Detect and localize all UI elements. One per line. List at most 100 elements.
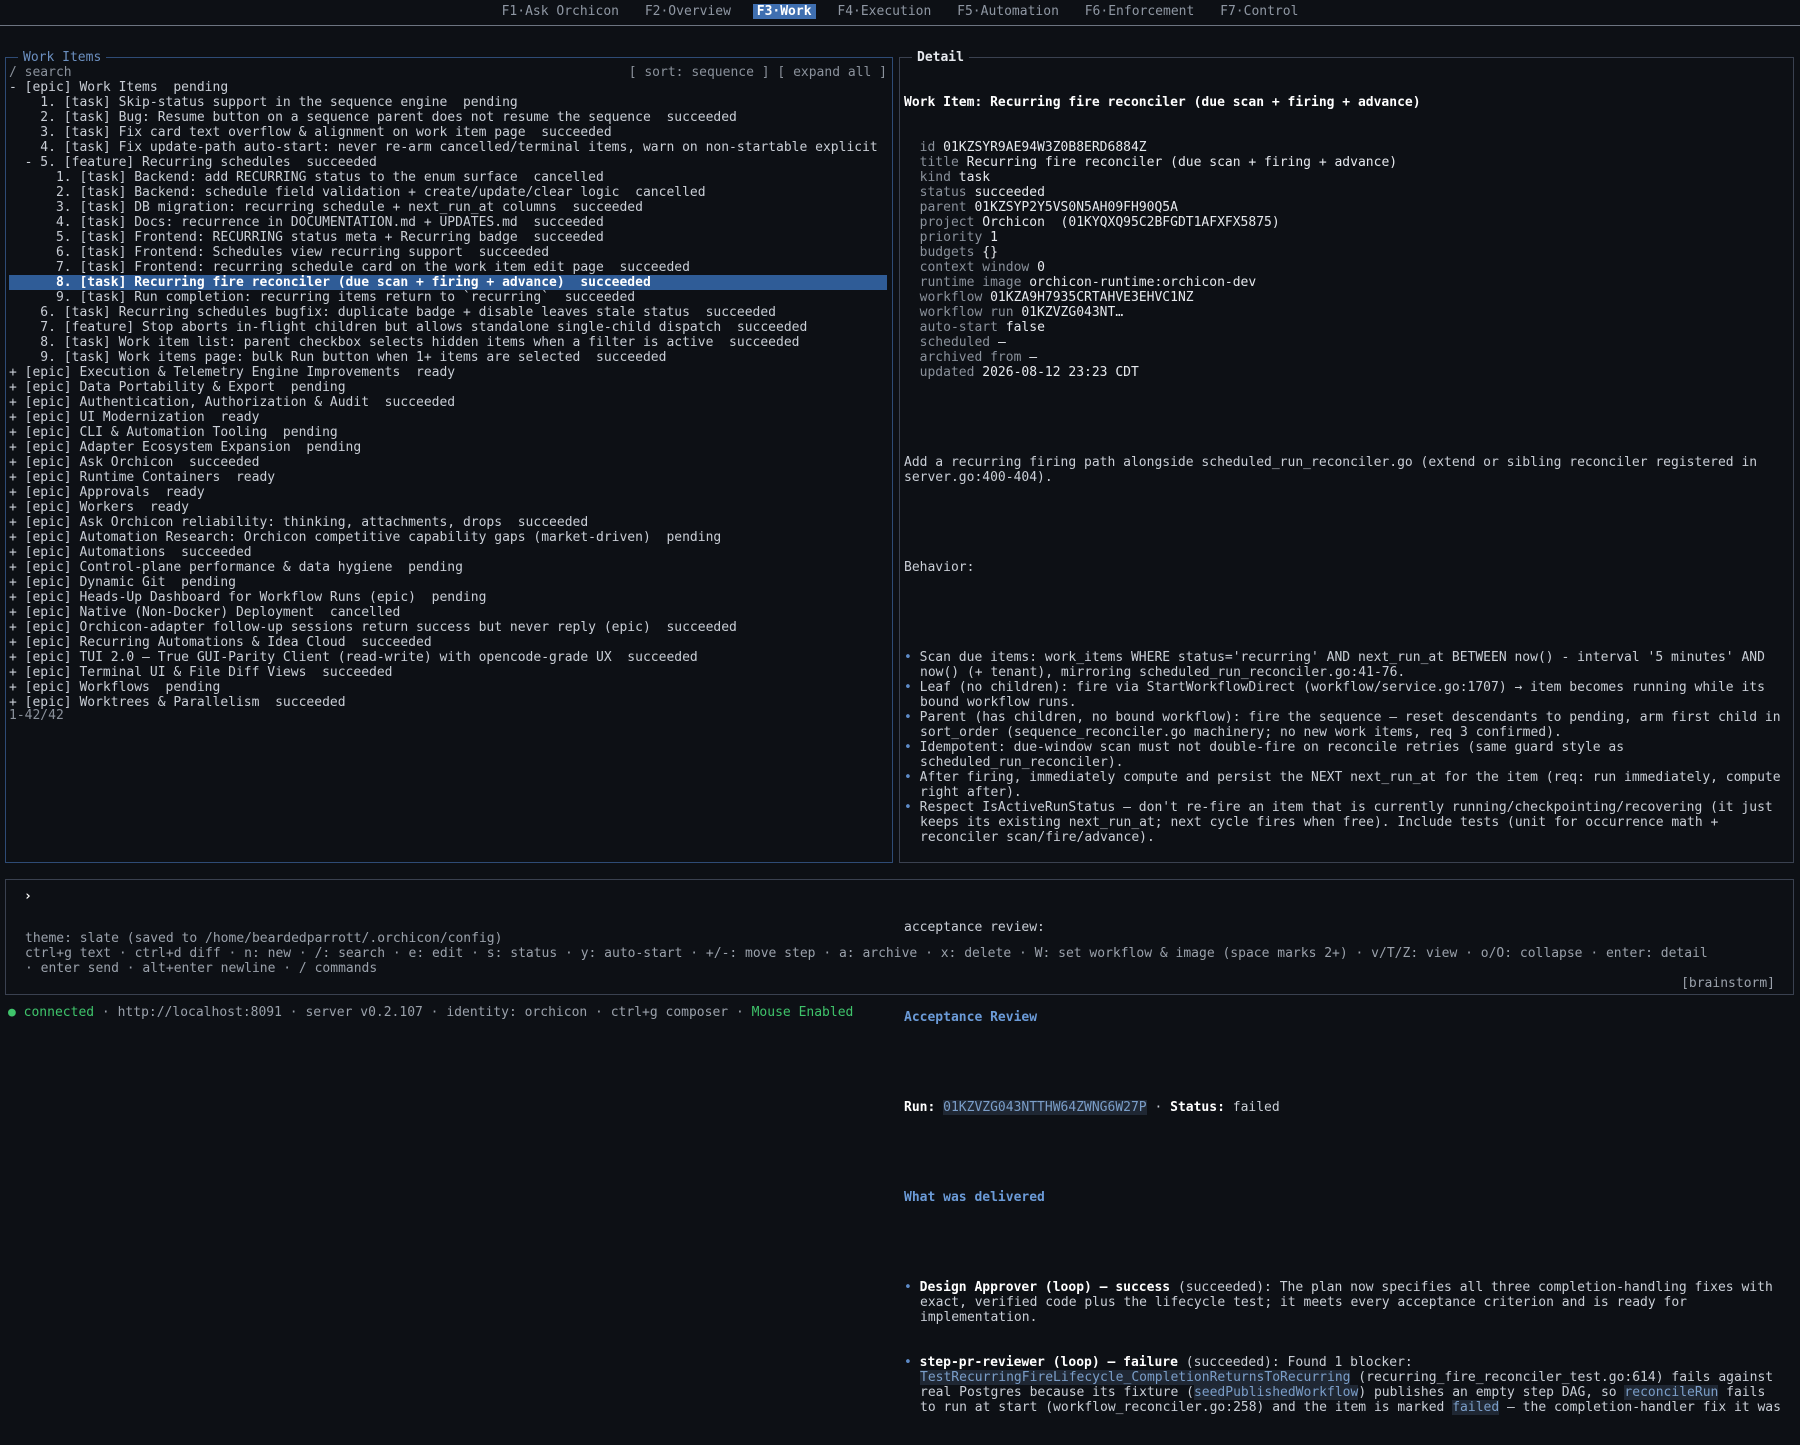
sort-button[interactable]: [ sort: sequence ]	[629, 65, 770, 80]
search-input[interactable]: / search	[9, 65, 72, 80]
field-row: status succeeded	[904, 185, 1781, 200]
run-id-link[interactable]: 01KZVZG043NTTHW64ZWNG6W27P	[943, 1100, 1147, 1115]
tab-work[interactable]: F3·Work	[752, 4, 816, 19]
work-item-row[interactable]: + [epic] Execution & Telemetry Engine Im…	[9, 365, 887, 380]
field-row: budgets {}	[904, 245, 1781, 260]
work-item-row[interactable]: + [epic] Data Portability & Export pendi…	[9, 380, 887, 395]
work-item-row[interactable]: 2. [task] Backend: schedule field valida…	[9, 185, 887, 200]
work-item-row[interactable]: 3. [task] Fix card text overflow & align…	[9, 125, 887, 140]
work-item-row[interactable]: + [epic] Orchicon-adapter follow-up sess…	[9, 620, 887, 635]
work-item-row[interactable]: + [epic] CLI & Automation Tooling pendin…	[9, 425, 887, 440]
list-controls: [ sort: sequence ] [ expand all ]	[629, 65, 887, 80]
work-item-row[interactable]: + [epic] Dynamic Git pending	[9, 575, 887, 590]
bullet-dot: •	[904, 800, 920, 815]
work-item-row[interactable]: + [epic] Control-plane performance & dat…	[9, 560, 887, 575]
work-item-row[interactable]: - [epic] Work Items pending	[9, 80, 887, 95]
code-reference: seedPublishedWorkflow	[1193, 1385, 1359, 1400]
work-item-row[interactable]: + [epic] Workflows pending	[9, 680, 887, 695]
field-key: scheduled	[919, 335, 991, 350]
work-item-row[interactable]: + [epic] Workers ready	[9, 500, 887, 515]
work-item-row[interactable]: + [epic] TUI 2.0 — True GUI-Parity Clien…	[9, 650, 887, 665]
tab-ask-orchicon[interactable]: F1·Ask Orchicon	[498, 4, 623, 19]
work-item-row[interactable]: + [epic] Recurring Automations & Idea Cl…	[9, 635, 887, 650]
work-item-row[interactable]: + [epic] UI Modernization ready	[9, 410, 887, 425]
work-item-row[interactable]: + [epic] Adapter Ecosystem Expansion pen…	[9, 440, 887, 455]
work-item-row[interactable]: + [epic] Ask Orchicon reliability: think…	[9, 515, 887, 530]
field-value: succeeded	[974, 185, 1045, 200]
work-item-row[interactable]: + [epic] Ask Orchicon succeeded	[9, 455, 887, 470]
field-value: 01KZVZG043NT…	[1021, 305, 1124, 320]
expand-all-button[interactable]: [ expand all ]	[777, 65, 887, 80]
work-item-row[interactable]: + [epic] Runtime Containers ready	[9, 470, 887, 485]
work-item-row[interactable]: 9. [task] Run completion: recurring item…	[9, 290, 887, 305]
work-item-row[interactable]: 2. [task] Bug: Resume button on a sequen…	[9, 110, 887, 125]
composer[interactable]: › theme: slate (saved to /home/beardedpa…	[5, 879, 1794, 995]
field-value: 2026-08-12 23:23 CDT	[982, 365, 1139, 380]
work-item-row[interactable]: + [epic] Worktrees & Parallelism succeed…	[9, 695, 887, 710]
field-key: workflow	[919, 290, 983, 305]
tab-key: F5	[957, 4, 973, 19]
field-key: budgets	[919, 245, 975, 260]
field-key: updated	[919, 365, 975, 380]
delivered-item-name: Design Approver (loop) — success	[919, 1280, 1171, 1295]
field-value: task	[958, 170, 991, 185]
work-item-row[interactable]: - 5. [feature] Recurring schedules succe…	[9, 155, 887, 170]
tab-execution[interactable]: F4·Execution	[833, 4, 935, 19]
bullet-dot: •	[904, 740, 920, 755]
work-item-row[interactable]: 7. [feature] Stop aborts in-flight child…	[9, 320, 887, 335]
work-item-row[interactable]: 8. [task] Work item list: parent checkbo…	[9, 335, 887, 350]
tab-control[interactable]: F7·Control	[1216, 4, 1302, 19]
field-key: workflow run	[919, 305, 1014, 320]
delivered-item-text: — the completion-handler fix it was	[1507, 1400, 1781, 1415]
work-item-row[interactable]: 9. [task] Work items page: bulk Run butt…	[9, 350, 887, 365]
work-item-row[interactable]: 1. [task] Skip-status support in the seq…	[9, 95, 887, 110]
work-item-row[interactable]: + [epic] Terminal UI & File Diff Views s…	[9, 665, 887, 680]
tab-label: Work	[780, 4, 812, 19]
work-item-heading: Work Item: Recurring fire reconciler (du…	[904, 95, 1421, 110]
tab-label: Ask Orchicon	[525, 4, 619, 19]
field-key: project	[919, 215, 975, 230]
tab-automation[interactable]: F5·Automation	[953, 4, 1063, 19]
work-item-row[interactable]: + [epic] Native (Non-Docker) Deployment …	[9, 605, 887, 620]
work-item-tree: - [epic] Work Items pending 1. [task] Sk…	[9, 80, 887, 710]
field-key: runtime image	[919, 275, 1022, 290]
field-key: parent	[919, 200, 967, 215]
detail-title: Detail	[912, 50, 969, 65]
behavior-item-text: Respect IsActiveRunStatus — don't re-fir…	[919, 800, 1781, 845]
work-item-row[interactable]: 6. [task] Recurring schedules bugfix: du…	[9, 305, 887, 320]
work-item-row[interactable]: + [epic] Heads-Up Dashboard for Workflow…	[9, 590, 887, 605]
keybinding-help-continued: · enter send · alt+enter newline · / com…	[25, 961, 378, 976]
connection-dot-icon: ●	[8, 1005, 16, 1020]
tab-enforcement[interactable]: F6·Enforcement	[1081, 4, 1199, 19]
behavior-item: • Respect IsActiveRunStatus — don't re-f…	[904, 800, 1781, 845]
bullet-dot: •	[904, 770, 920, 785]
work-item-row[interactable]: 5. [task] Frontend: RECURRING status met…	[9, 230, 887, 245]
behavior-item-text: After firing, immediately compute and pe…	[919, 770, 1789, 800]
identity: identity: orchicon	[446, 1005, 588, 1020]
work-item-row[interactable]: 6. [task] Frontend: Schedules view recur…	[9, 245, 887, 260]
delivered-item-state: (succeeded):	[1185, 1355, 1280, 1370]
field-value: 01KZA9H7935CRTAHVE3EHVC1NZ	[990, 290, 1194, 305]
status-label: Status:	[1170, 1100, 1225, 1115]
work-item-row[interactable]: 8. [task] Recurring fire reconciler (due…	[9, 275, 887, 290]
work-item-row[interactable]: 4. [task] Docs: recurrence in DOCUMENTAT…	[9, 215, 887, 230]
work-item-row[interactable]: 3. [task] DB migration: recurring schedu…	[9, 200, 887, 215]
field-row: parent 01KZSYP2Y5VS0N5AH09FH90Q5A	[904, 200, 1781, 215]
field-value: –	[1029, 350, 1038, 365]
intro-paragraph: Add a recurring firing path alongside sc…	[904, 455, 1765, 485]
work-item-row[interactable]: + [epic] Approvals ready	[9, 485, 887, 500]
work-item-row[interactable]: 7. [task] Frontend: recurring schedule c…	[9, 260, 887, 275]
tab-overview[interactable]: F2·Overview	[641, 4, 735, 19]
bullet-dot: •	[904, 680, 920, 695]
work-item-row[interactable]: + [epic] Automation Research: Orchicon c…	[9, 530, 887, 545]
work-item-row[interactable]: 1. [task] Backend: add RECURRING status …	[9, 170, 887, 185]
work-item-row[interactable]: + [epic] Automations succeeded	[9, 545, 887, 560]
field-row: kind task	[904, 170, 1781, 185]
work-item-row[interactable]: 4. [task] Fix update-path auto-start: ne…	[9, 140, 887, 155]
run-label: Run:	[904, 1100, 936, 1115]
field-key: auto-start	[919, 320, 998, 335]
work-item-row[interactable]: + [epic] Authentication, Authorization &…	[9, 395, 887, 410]
tab-key: F6	[1084, 4, 1101, 19]
tab-key: F7	[1220, 4, 1236, 19]
field-row: context window 0	[904, 260, 1781, 275]
